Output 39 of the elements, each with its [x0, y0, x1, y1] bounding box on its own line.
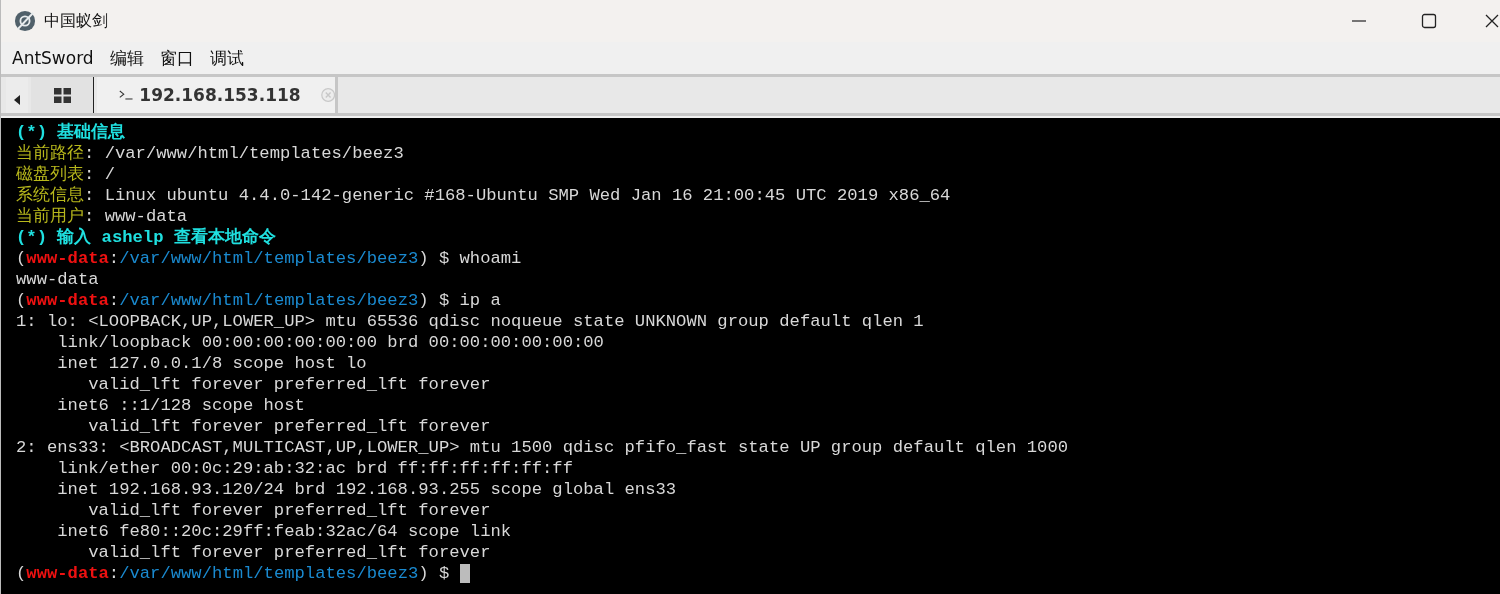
window-title: 中国蚁剑	[44, 10, 108, 32]
left-arrow-icon	[14, 95, 20, 105]
terminal-line: inet6 fe80::20c:29ff:feab:32ac/64 scope link	[56, 521, 512, 542]
terminal-line: inet6 ::1/128 scope host	[56, 395, 305, 416]
terminal-line: 1: lo: <LOOPBACK,UP,LOWER_UP> mtu 65536 qdisc noqueue state UNKNOWN group default qlen 1	[16, 311, 924, 332]
terminal-line: link/ether 00:0c:29:ab:32:ac brd ff:ff:ff:ff:ff:ff	[56, 458, 573, 479]
menu-item[interactable]: AntSword	[12, 48, 94, 68]
terminal-panel[interactable]	[1, 118, 1500, 594]
terminal-line: valid_lft forever preferred_lft forever	[87, 374, 491, 395]
terminal-tab[interactable]: 192.168.153.118	[97, 77, 338, 113]
terminal-line: 当前用户: www-data	[16, 206, 188, 227]
terminal-line: link/loopback 00:00:00:00:00:00 brd 00:00:00:00:00:00	[56, 332, 604, 353]
menu-item[interactable]: 调试	[209, 46, 244, 70]
terminal-line: (www-data:/var/www/html/templates/beez3) $	[16, 563, 451, 584]
terminal-line: valid_lft forever preferred_lft forever	[87, 416, 491, 437]
terminal-line: 磁盘列表: /	[16, 164, 115, 185]
close-icon	[1484, 13, 1500, 29]
home-tab[interactable]	[31, 77, 94, 113]
minimize-icon	[1351, 20, 1367, 22]
terminal-line: valid_lft forever preferred_lft forever	[87, 500, 491, 521]
menu-item[interactable]: 编辑	[109, 46, 144, 70]
terminal-line: inet 192.168.93.120/24 brd 192.168.93.255 scope global ens33	[56, 479, 677, 500]
menu-item[interactable]: 窗口	[159, 46, 194, 70]
terminal-line: www-data	[16, 269, 99, 290]
terminal-line: (*) 基础信息	[16, 122, 126, 143]
terminal-line: 系统信息: Linux ubuntu 4.4.0-142-generic #168-Ubuntu SMP Wed Jan 16 21:00:45 UTC 2019 x86_64	[16, 185, 951, 206]
terminal-line: inet 127.0.0.1/8 scope host lo	[56, 353, 367, 374]
terminal-icon	[119, 89, 134, 101]
scroll-left-button[interactable]	[6, 77, 28, 113]
terminal-line: 2: ens33: <BROADCAST,MULTICAST,UP,LOWER_UP> mtu 1500 qdisc pfifo_fast state UP group default qlen 1000	[16, 437, 1069, 458]
app-logo-icon	[14, 10, 36, 32]
terminal-line: valid_lft forever preferred_lft forever	[87, 542, 491, 563]
maximize-icon	[1421, 13, 1437, 29]
close-tab-icon[interactable]	[320, 86, 335, 104]
terminal-line: 当前路径: /var/www/html/templates/beez3	[16, 143, 404, 164]
grid-icon	[53, 87, 71, 103]
terminal-line: (*) 输入 ashelp 查看本地命令	[16, 227, 276, 248]
terminal-line: (www-data:/var/www/html/templates/beez3) $ ip a	[16, 290, 501, 311]
terminal-line: (www-data:/var/www/html/templates/beez3) $ whoami	[16, 248, 522, 269]
